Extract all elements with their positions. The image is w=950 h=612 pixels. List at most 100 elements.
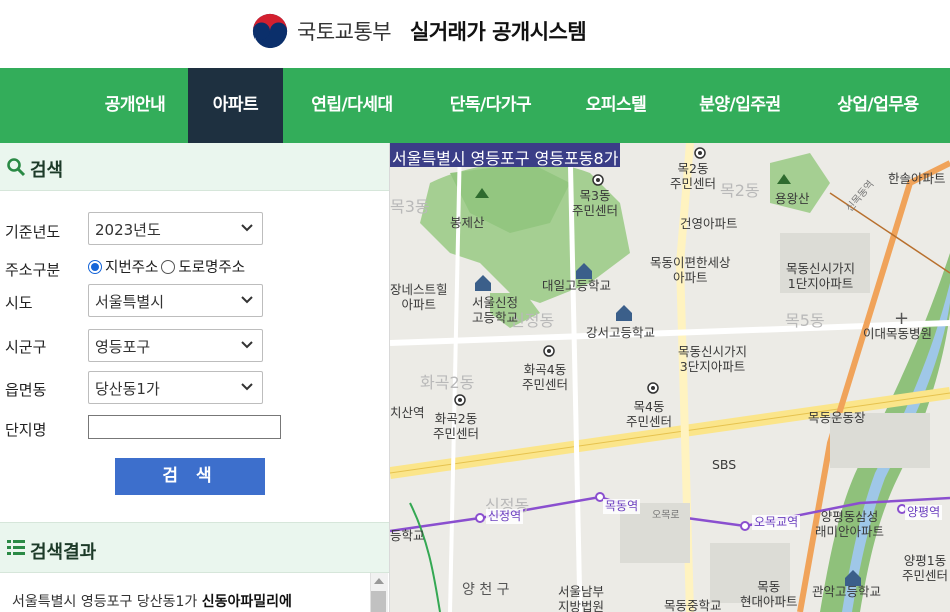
label-text: 양평1동 — [903, 553, 947, 568]
address-type-label: 주소구분 — [5, 261, 61, 279]
results-header: 검색결과 — [0, 522, 389, 573]
complex-label: 단지명 — [5, 421, 47, 439]
map-label-mokdong-stadium[interactable]: 목동운동장 — [808, 410, 866, 425]
map-view[interactable]: + 서울특별시 영등포구 영등포동8가 목2동 목5동 화곡2동 신정동 신정동… — [390, 143, 950, 612]
map-label-sinjeong-high[interactable]: 서울신정 고등학교 — [472, 295, 518, 325]
label-text: 목2동 — [677, 161, 709, 176]
map-label-geonyoung-apt[interactable]: 건영아파트 — [680, 216, 738, 231]
map-label-school-partial[interactable]: 등학교 — [390, 528, 425, 543]
map-location-title: 서울특별시 영등포구 영등포동8가 — [390, 143, 621, 168]
map-label-daeil-high[interactable]: 대일고등학교 — [542, 278, 611, 293]
search-button[interactable]: 검 색 — [115, 458, 265, 495]
nav-item-multiplex[interactable]: 연립/다세대 — [292, 68, 412, 143]
map-label-mok3dong[interactable]: 목3동 주민센터 — [572, 188, 618, 218]
poi-marker-dot — [698, 151, 702, 155]
complex-name-input[interactable] — [88, 415, 281, 439]
poi-marker-dot — [596, 178, 600, 182]
label-text: 목4동 — [633, 399, 665, 414]
label-text: 현대아파트 — [740, 594, 798, 609]
nav-item-detached-house[interactable]: 단독/다가구 — [428, 68, 553, 143]
sigungu-select[interactable]: 영등포구 — [88, 329, 263, 362]
nav-item-commercial[interactable]: 상업/업무용 — [818, 68, 938, 143]
site-header: 국토교통부 실거래가 공개시스템 — [0, 0, 950, 68]
result-location: 서울특별시 영등포구 당산동1가 — [12, 594, 202, 610]
map-label-mokdong-apt3[interactable]: 목동신시가지 3단지아파트 — [678, 344, 747, 374]
label-text: 화곡2동 — [434, 411, 478, 426]
government-logo-icon[interactable] — [251, 12, 289, 50]
map-label-yongwangsan[interactable]: 용왕산 — [775, 191, 810, 206]
sido-select[interactable]: 서울특별시 — [88, 284, 263, 317]
map-label-raemian-apt[interactable]: 양평동삼성 래미안아파트 — [815, 509, 884, 539]
map-label-mokdong-middle[interactable]: 목동중학교 — [664, 598, 722, 612]
area-label: 목5동 — [785, 311, 825, 330]
label-text: 주민센터 — [902, 568, 949, 583]
map-label-chisan-station[interactable]: 치산역 — [390, 405, 425, 420]
dong-select[interactable]: 당산동1가 — [88, 371, 263, 404]
subway-line — [409, 502, 441, 612]
label-text: 래미안아파트 — [815, 524, 885, 539]
result-item[interactable]: 서울특별시 영등포구 당산동1가 신동아파밀리에 — [12, 591, 292, 611]
road-address-radio[interactable] — [161, 259, 176, 274]
map-label-gwanak-high[interactable]: 관악고등학교 — [812, 584, 881, 599]
chevron-down-icon — [241, 224, 253, 232]
map-label-omokgyo-station[interactable]: 오목교역 — [752, 515, 801, 530]
label-text: 장네스트힐 — [390, 282, 448, 297]
result-complex-name: 신동아파밀리에 — [201, 594, 292, 610]
station-marker — [475, 513, 485, 523]
label-text: 주민센터 — [670, 176, 717, 191]
map-label-ewha-hospital[interactable]: 이대목동병원 — [863, 326, 932, 341]
map-label-yangpyeong1dong[interactable]: 양평1동 주민센터 — [902, 553, 948, 583]
map-label-yangpyeong-station[interactable]: 양평역 — [905, 505, 943, 520]
map-label-hwagok4dong[interactable]: 화곡4동 주민센터 — [522, 362, 568, 392]
label-text: 아파트 — [401, 297, 437, 312]
address-type-group: 지번주소 도로명주소 — [88, 256, 245, 277]
year-select[interactable]: 2023년도 — [88, 212, 263, 245]
label-text: 아파트 — [673, 270, 708, 285]
map-label-mokdong-apt1[interactable]: 목동신시가지 1단지아파트 — [786, 261, 855, 291]
year-label: 기준년도 — [5, 223, 61, 241]
system-name[interactable]: 실거래가 공개시스템 — [410, 16, 587, 46]
map-label-mokdong-station[interactable]: 목동역 — [603, 499, 641, 514]
sigungu-select-value: 영등포구 — [95, 338, 151, 356]
scrollbar-thumb[interactable] — [371, 591, 386, 612]
map-label-mok4dong[interactable]: 목4동 주민센터 — [626, 399, 672, 429]
map-label-mokdong-hyundai[interactable]: 목동 현대아파트 — [740, 579, 798, 609]
nav-item-presale[interactable]: 분양/입주권 — [680, 68, 800, 143]
search-header: 검색 — [0, 143, 389, 191]
school-icon — [475, 275, 491, 291]
map-label-mokdong-ecsh[interactable]: 목동이편한세상 아파트 — [650, 255, 731, 285]
main-nav: 공개안내 아파트 연립/다세대 단독/다가구 오피스텔 분양/입주권 상업/업무… — [0, 68, 950, 143]
map-label-sbs[interactable]: SBS — [712, 457, 736, 472]
map-label-mok2dong[interactable]: 목2동 주민센터 — [670, 161, 716, 191]
area-label: 목3동 — [390, 197, 430, 216]
map-label-gangseo-high[interactable]: 강서고등학교 — [586, 325, 655, 340]
search-icon — [7, 158, 26, 177]
area-label: 화곡2동 — [420, 373, 475, 392]
nav-item-apartment[interactable]: 아파트 — [188, 68, 283, 143]
label-text: 화곡4동 — [523, 362, 567, 377]
lot-address-label: 지번주소 — [105, 260, 159, 276]
dong-label: 읍면동 — [5, 381, 47, 399]
map-label-bongjesan[interactable]: 봉제산 — [450, 215, 485, 230]
chevron-down-icon — [241, 383, 253, 391]
label-text: 1단지아파트 — [787, 276, 854, 291]
nav-item-disclosure-info[interactable]: 공개안내 — [80, 68, 190, 143]
label-text: 목동신시가지 — [786, 261, 856, 276]
lot-address-radio[interactable] — [88, 259, 102, 274]
results-title: 검색결과 — [30, 542, 97, 563]
chevron-down-icon — [241, 341, 253, 349]
label-text: 주민센터 — [522, 377, 569, 392]
sido-label: 시도 — [5, 294, 33, 312]
map-label-southern-court[interactable]: 서울남부 지방법원 — [558, 584, 604, 612]
label-text: 양평동삼성 — [820, 509, 879, 524]
list-icon — [7, 540, 25, 555]
nav-item-officetel[interactable]: 오피스텔 — [566, 68, 666, 143]
scroll-up-arrow-icon[interactable] — [374, 578, 384, 584]
label-text: 주민센터 — [433, 426, 480, 441]
map-label-sinjeong-station[interactable]: 신정역 — [486, 509, 524, 524]
map-label-yangcheon-gu: 양 천 구 — [462, 582, 510, 598]
search-panel: 검색 기준년도 2023년도 주소구분 지번주소 도로명주소 시도 서울특별시 … — [0, 143, 390, 612]
map-label-hwagok2dong[interactable]: 화곡2동 주민센터 — [433, 411, 479, 441]
map-label-nesthill[interactable]: 장네스트힐 아파트 — [390, 282, 448, 312]
map-label-hansol-apt[interactable]: 한솔아파트 — [888, 171, 946, 186]
